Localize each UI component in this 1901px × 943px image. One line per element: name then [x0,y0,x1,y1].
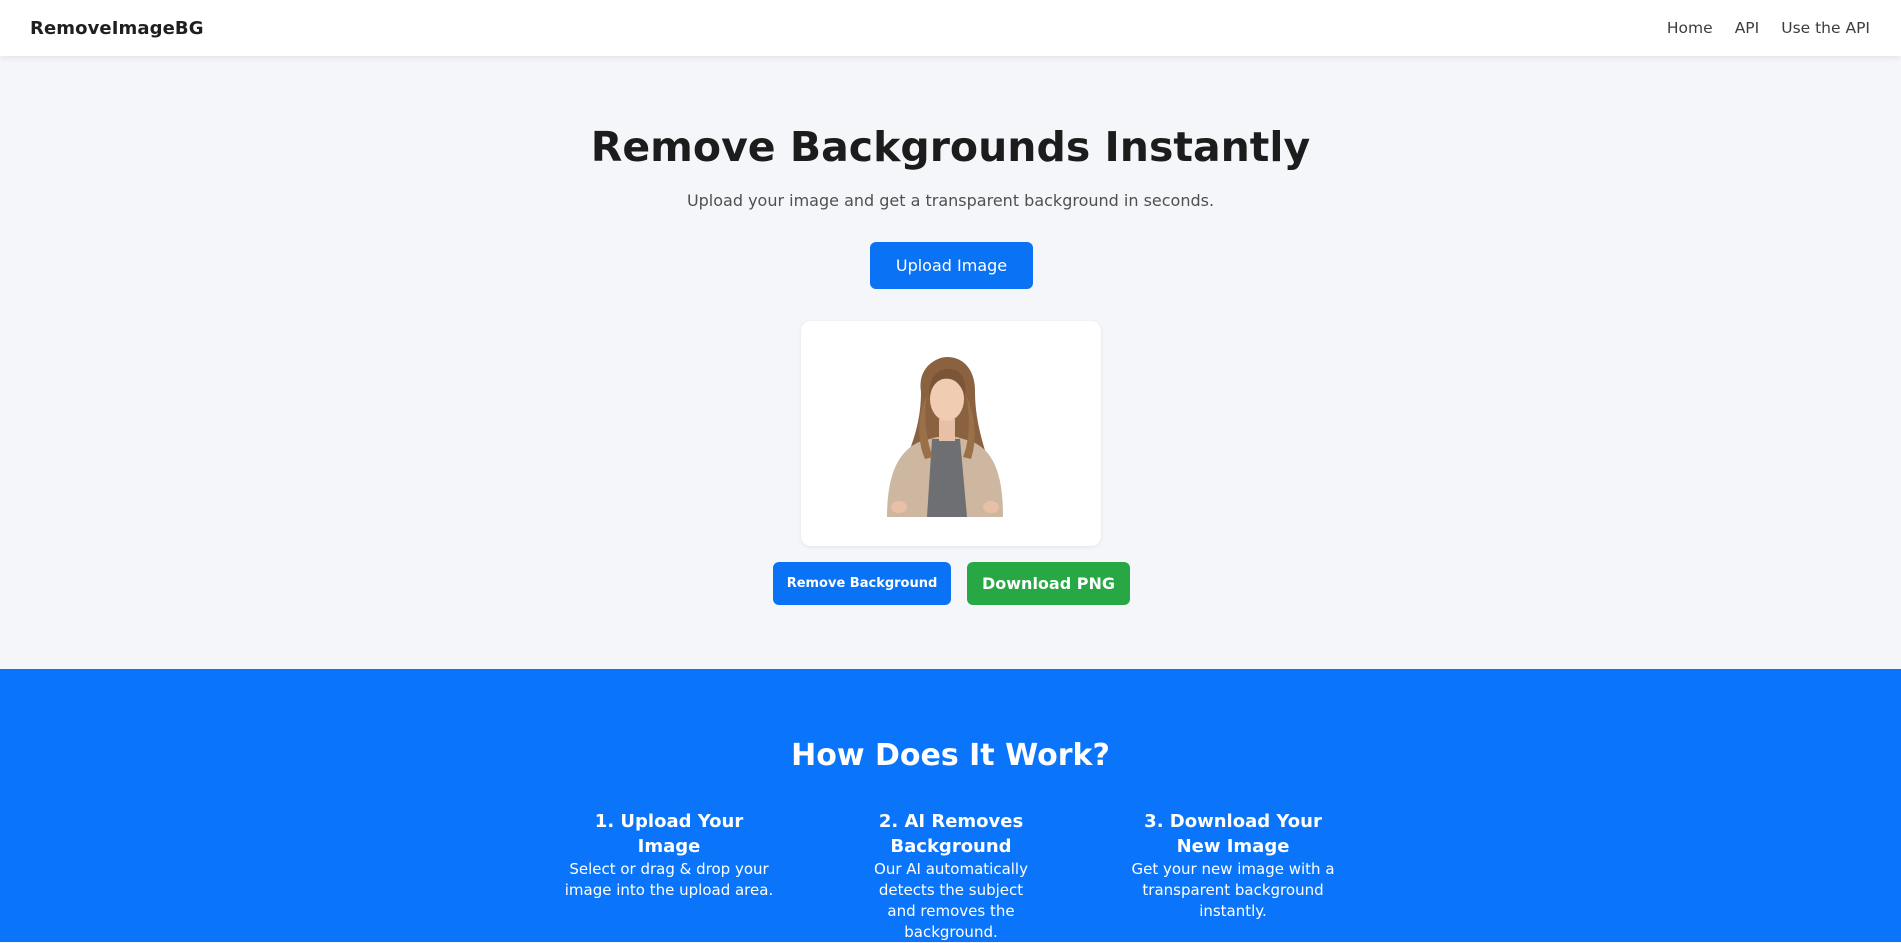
step-ai-remove: 2. AI Removes Background Our AI automati… [826,809,1076,943]
nav-links: Home API Use the API [1667,19,1870,37]
step-description: Get your new image with a transparent ba… [1131,860,1335,920]
brand-logo[interactable]: RemoveImageBG [30,18,204,39]
step-upload: 1. Upload Your Image Select or drag & dr… [544,809,794,901]
top-navbar: RemoveImageBG Home API Use the API [0,0,1901,56]
hero-subtitle: Upload your image and get a transparent … [686,191,1215,210]
step-title: 1. Upload Your Image [594,811,744,857]
nav-link-home[interactable]: Home [1667,19,1713,37]
how-it-works-title: How Does It Work? [791,738,1110,773]
preview-image [887,357,1003,517]
download-png-button[interactable]: Download PNG [967,562,1130,605]
step-description: Select or drag & drop your image into th… [564,860,774,899]
step-title: 2. AI Removes Background [878,811,1024,857]
image-preview-card [801,321,1101,546]
step-title: 3. Download Your New Image [1144,811,1322,857]
step-description: Our AI automatically detects the subject… [874,860,1028,941]
hero-title: Remove Backgrounds Instantly [590,123,1311,171]
upload-image-button[interactable]: Upload Image [870,242,1033,289]
step-download: 3. Download Your New Image Get your new … [1108,809,1358,922]
hero-section: Remove Backgrounds Instantly Upload your… [0,56,1901,669]
remove-background-button[interactable]: Remove Background [773,562,951,605]
how-it-works-section: How Does It Work? 1. Upload Your Image S… [0,669,1901,942]
nav-link-api[interactable]: API [1735,19,1760,37]
nav-link-use-api[interactable]: Use the API [1781,19,1870,37]
